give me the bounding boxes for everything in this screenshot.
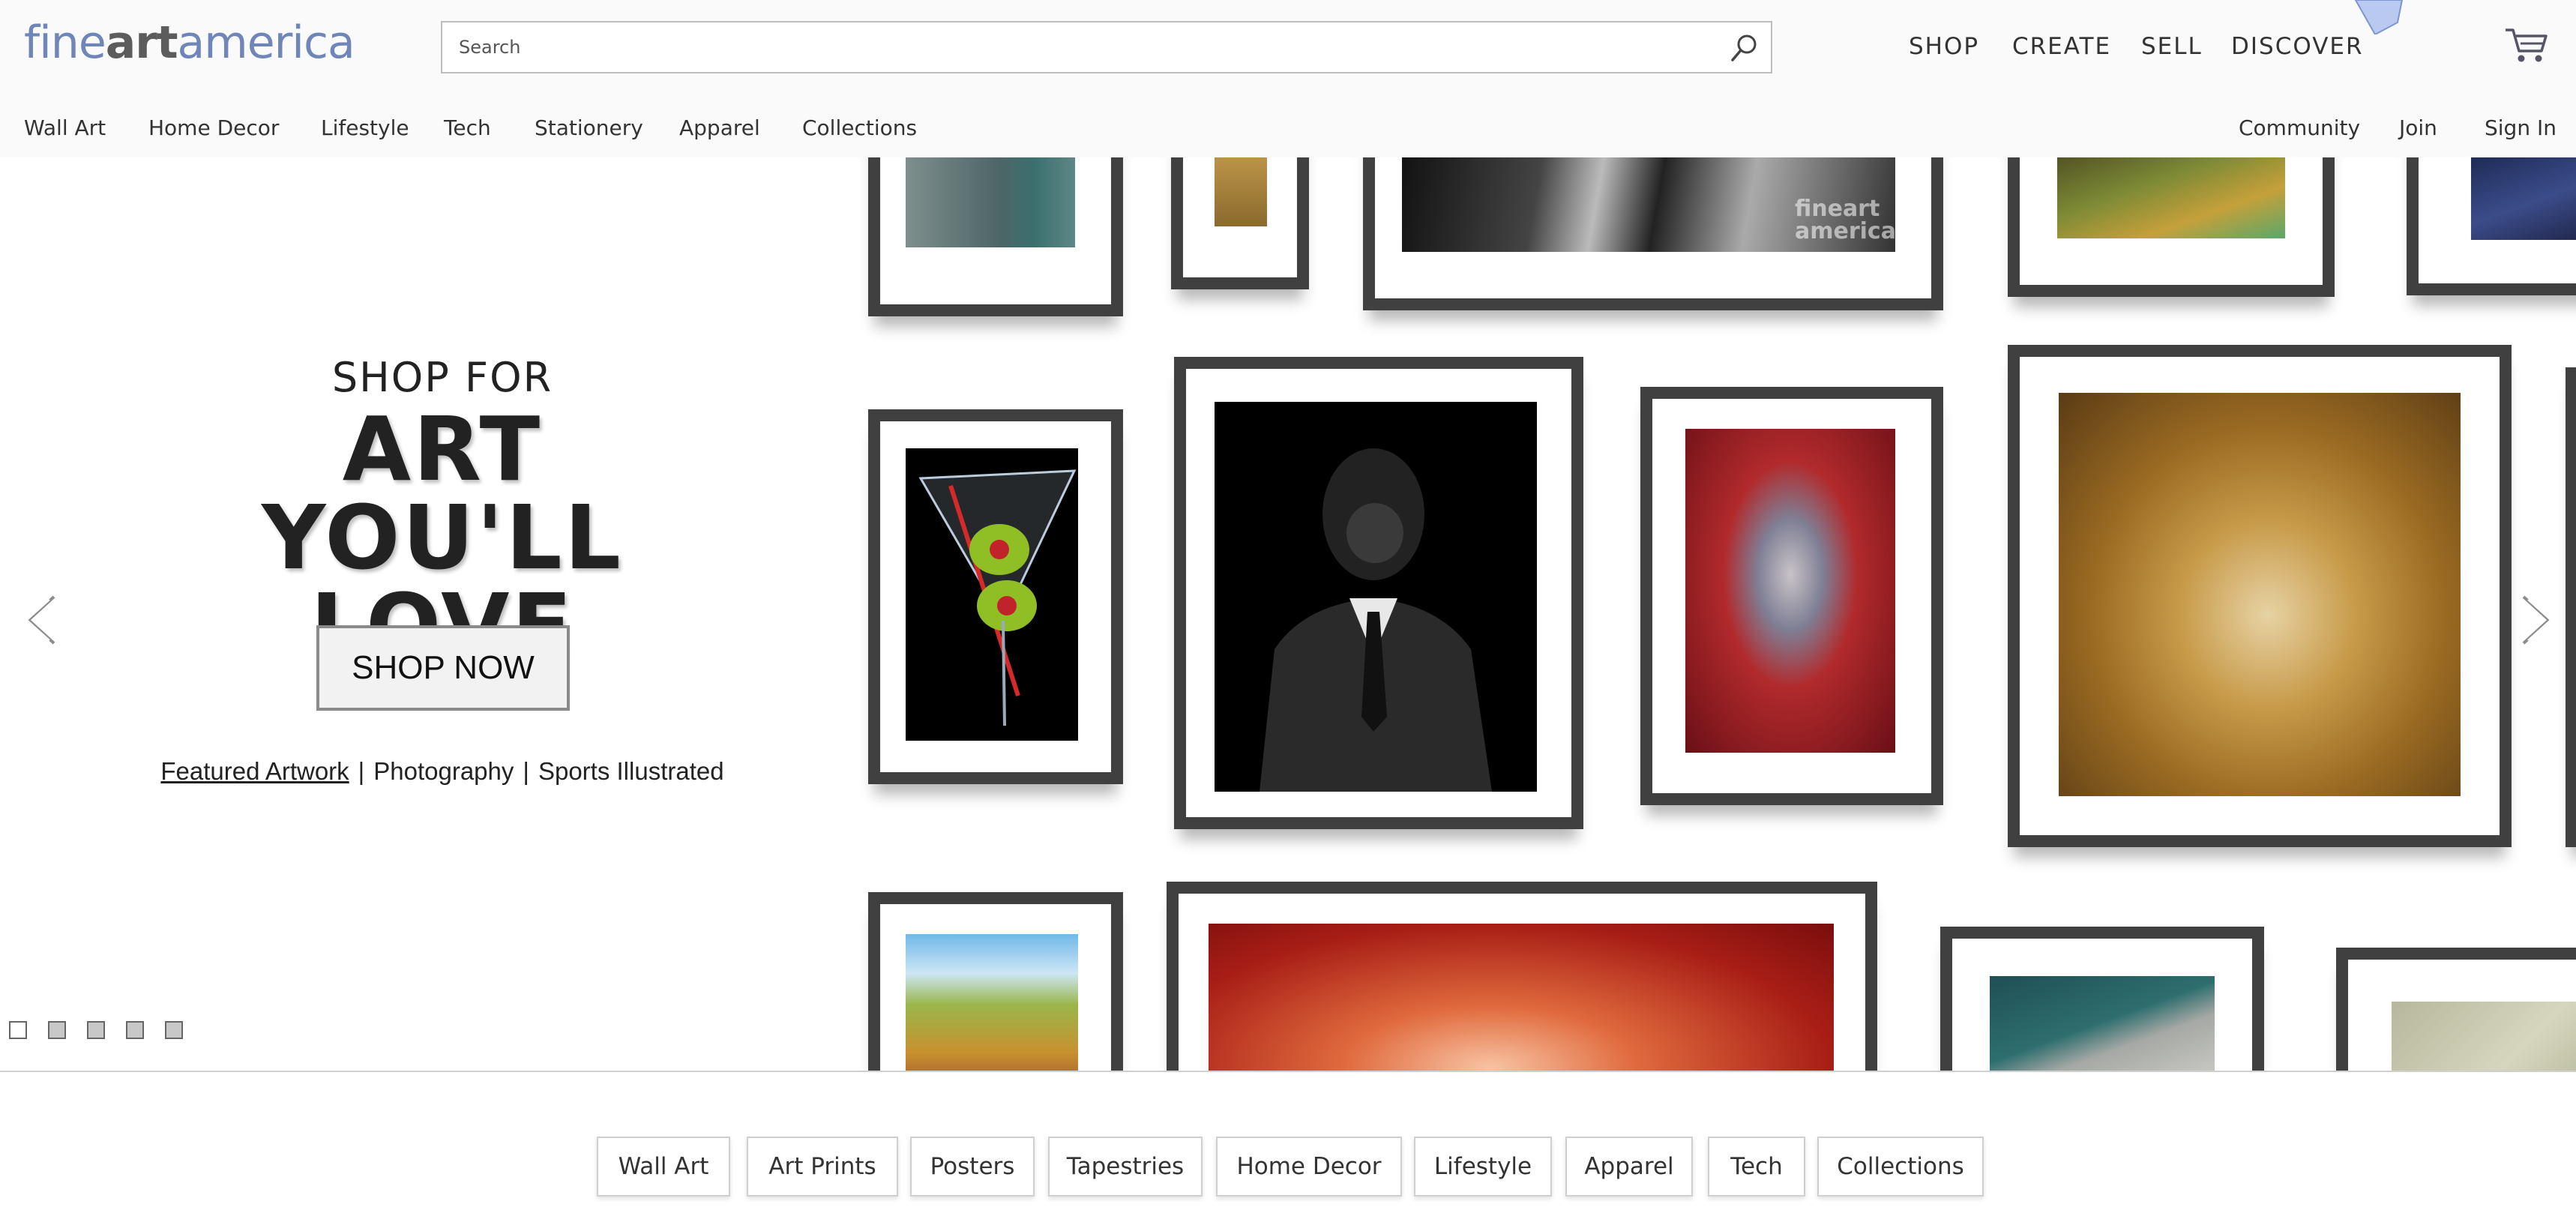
site-logo[interactable]: fineartamerica (24, 16, 355, 69)
search-input[interactable] (442, 22, 1735, 72)
logo-fine: fine (24, 16, 106, 69)
category-collections[interactable]: Collections (1817, 1137, 1984, 1197)
artwork-frame[interactable] (868, 892, 1123, 1071)
artwork-image (1215, 157, 1267, 226)
artwork-frame[interactable] (2336, 948, 2576, 1071)
category-wall-art[interactable]: Wall Art (597, 1137, 730, 1197)
nav-discover[interactable]: DISCOVER (2231, 33, 2364, 60)
artwork-watermark: fineart america (1795, 196, 1896, 244)
artwork-image (1685, 429, 1895, 753)
category-home-decor[interactable]: Home Decor (1216, 1137, 1402, 1197)
category-apparel[interactable]: Apparel (1565, 1137, 1693, 1197)
link-separator: | (358, 757, 365, 785)
nav-join[interactable]: Join (2399, 115, 2437, 140)
category-art-prints[interactable]: Art Prints (747, 1137, 898, 1197)
hero-carousel: fineart america SHOP FOR ART YOU'LL SHOP… (0, 157, 2576, 1071)
link-separator: | (523, 757, 529, 785)
carousel-dot-1[interactable] (9, 1021, 27, 1039)
link-featured-artwork[interactable]: Featured Artwork (160, 757, 349, 785)
logo-america: america (177, 16, 355, 69)
category-tech[interactable]: Tech (1708, 1137, 1805, 1197)
promo-tag-icon[interactable] (2353, 0, 2407, 34)
artwork-frame[interactable] (1640, 387, 1943, 805)
nav-sell[interactable]: SELL (2141, 33, 2203, 60)
search-icon[interactable] (1726, 30, 1762, 66)
artwork-frame[interactable] (2407, 157, 2576, 295)
artwork-image (2392, 1002, 2576, 1071)
artwork-frame[interactable] (2008, 157, 2335, 297)
category-tapestries[interactable]: Tapestries (1048, 1137, 1203, 1197)
artwork-frame[interactable] (1174, 357, 1583, 829)
artwork-image (1209, 924, 1834, 1071)
nav-create[interactable]: CREATE (2012, 33, 2111, 60)
category-bar: Wall Art Art Prints Posters Tapestries H… (0, 1137, 2576, 1200)
artwork-frame[interactable] (868, 409, 1123, 784)
hero-headline-line1: ART YOU'LL (262, 397, 623, 589)
subnav-lifestyle[interactable]: Lifestyle (321, 115, 409, 140)
nav-sign-in[interactable]: Sign In (2485, 115, 2557, 140)
link-photography[interactable]: Photography (373, 757, 514, 785)
carousel-dot-5[interactable] (165, 1021, 183, 1039)
category-lifestyle[interactable]: Lifestyle (1414, 1137, 1552, 1197)
artwork-frame[interactable] (1171, 157, 1309, 289)
subnav-stationery[interactable]: Stationery (535, 115, 643, 140)
logo-art: art (105, 16, 178, 69)
artwork-image (2471, 157, 2576, 240)
nav-shop[interactable]: SHOP (1909, 33, 1979, 60)
category-posters[interactable]: Posters (910, 1137, 1035, 1197)
search-bar (441, 21, 1772, 73)
carousel-next-icon[interactable] (2518, 594, 2555, 646)
subnav-home-decor[interactable]: Home Decor (148, 115, 279, 140)
artwork-frame[interactable] (2008, 345, 2512, 847)
subnav-collections[interactable]: Collections (802, 115, 917, 140)
cart-icon[interactable] (2504, 25, 2549, 64)
site-header: fineartamerica SHOP CREATE SELL DISCOVER… (0, 0, 2576, 159)
artwork-image (906, 934, 1078, 1071)
carousel-dot-2[interactable] (48, 1021, 66, 1039)
artwork-chimp-suit (1215, 402, 1537, 792)
artwork-image (1990, 976, 2215, 1071)
subnav-tech[interactable]: Tech (444, 115, 491, 140)
artwork-martini (906, 448, 1078, 741)
artwork-image (906, 157, 1075, 247)
carousel-prev-icon[interactable] (22, 594, 60, 646)
artwork-image (2057, 157, 2285, 238)
artwork-frame[interactable] (1940, 927, 2264, 1071)
artwork-frame[interactable] (868, 157, 1123, 316)
hero-links: Featured Artwork | Photography | Sports Illu… (0, 757, 885, 786)
artwork-frame[interactable] (2566, 367, 2576, 847)
artwork-lion (2059, 393, 2461, 796)
link-sports-illustrated[interactable]: Sports Illustrated (538, 757, 724, 785)
carousel-dot-3[interactable] (87, 1021, 105, 1039)
section-divider (0, 1071, 2576, 1072)
subnav-wall-art[interactable]: Wall Art (24, 115, 106, 140)
subnav-apparel[interactable]: Apparel (679, 115, 760, 140)
shop-now-button[interactable]: SHOP NOW (316, 625, 570, 711)
artwork-frame[interactable]: fineart america (1363, 157, 1943, 310)
hero-kicker: SHOP FOR (331, 354, 553, 401)
artwork-frame[interactable] (1167, 882, 1877, 1071)
carousel-dot-4[interactable] (126, 1021, 144, 1039)
nav-community[interactable]: Community (2239, 115, 2360, 140)
